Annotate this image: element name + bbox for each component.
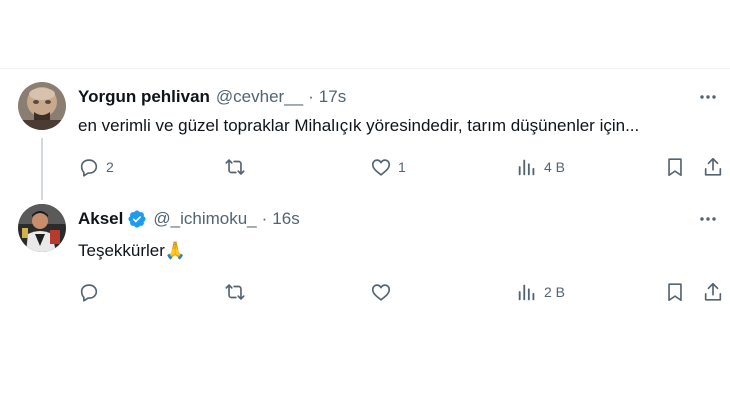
separator-dot: · xyxy=(308,87,314,106)
more-icon xyxy=(700,217,716,221)
avatar[interactable] xyxy=(18,82,66,130)
more-button[interactable] xyxy=(696,86,720,108)
reply-count: 2 xyxy=(106,159,114,175)
separator-dot: · xyxy=(261,209,268,228)
thread-line xyxy=(41,138,43,200)
timestamp[interactable]: 17s xyxy=(319,87,346,107)
views-button[interactable]: 2 B xyxy=(516,280,565,304)
tweet-yorgun-pehlivan[interactable]: Yorgun pehlivan @cevher__ · 17s en verim… xyxy=(0,82,730,200)
bookmark-icon xyxy=(668,158,682,177)
like-button[interactable]: 1 xyxy=(370,155,406,179)
display-name[interactable]: Yorgun pehlivan xyxy=(78,87,210,107)
retweet-icon xyxy=(225,159,245,175)
views-count: 4 B xyxy=(544,159,566,175)
views-button[interactable]: 4 B xyxy=(516,155,565,179)
user-handle[interactable]: @cevher__ xyxy=(216,87,303,107)
retweet-button[interactable] xyxy=(224,280,252,304)
reply-button[interactable] xyxy=(78,280,106,304)
tweet-header: Yorgun pehlivan @cevher__ · 17s xyxy=(78,86,346,108)
tweet-aksel[interactable]: Aksel @_ichimoku_ · 16s Teşekkürler🙏 2 B xyxy=(0,204,730,314)
timestamp[interactable]: 16s xyxy=(272,209,299,229)
reply-button[interactable]: 2 xyxy=(78,155,114,179)
share-icon xyxy=(704,282,722,301)
share-icon xyxy=(704,157,722,176)
reply-icon xyxy=(80,159,98,177)
tweet-header: Aksel @_ichimoku_ · 16s xyxy=(78,208,300,230)
more-icon xyxy=(700,95,716,99)
verified-badge[interactable] xyxy=(127,209,147,229)
tweet-text: Teşekkürler🙏 xyxy=(78,241,187,260)
like-icon xyxy=(371,159,391,176)
retweet-button[interactable] xyxy=(224,155,252,179)
share-button[interactable] xyxy=(702,155,724,179)
bookmark-icon xyxy=(668,283,682,302)
views-icon xyxy=(518,284,535,301)
user-handle[interactable]: @_ichimoku_ xyxy=(153,209,256,229)
top-divider xyxy=(0,68,730,69)
views-count: 2 B xyxy=(544,284,566,300)
verified-icon xyxy=(128,210,146,228)
display-name[interactable]: Aksel xyxy=(78,209,123,229)
share-button[interactable] xyxy=(702,280,724,304)
action-bar: 2 B xyxy=(78,280,728,304)
retweet-icon xyxy=(225,284,245,300)
like-count: 1 xyxy=(398,159,406,175)
views-icon xyxy=(518,159,535,176)
action-bar: 2 1 4 B xyxy=(78,155,728,179)
reply-icon xyxy=(80,284,98,302)
bookmark-button[interactable] xyxy=(664,155,686,179)
avatar[interactable] xyxy=(18,204,66,252)
more-button[interactable] xyxy=(696,208,720,230)
like-button[interactable] xyxy=(370,280,398,304)
bookmark-button[interactable] xyxy=(664,280,686,304)
like-icon xyxy=(371,284,391,301)
tweet-text: en verimli ve güzel topraklar Mihalıçık … xyxy=(78,116,640,135)
